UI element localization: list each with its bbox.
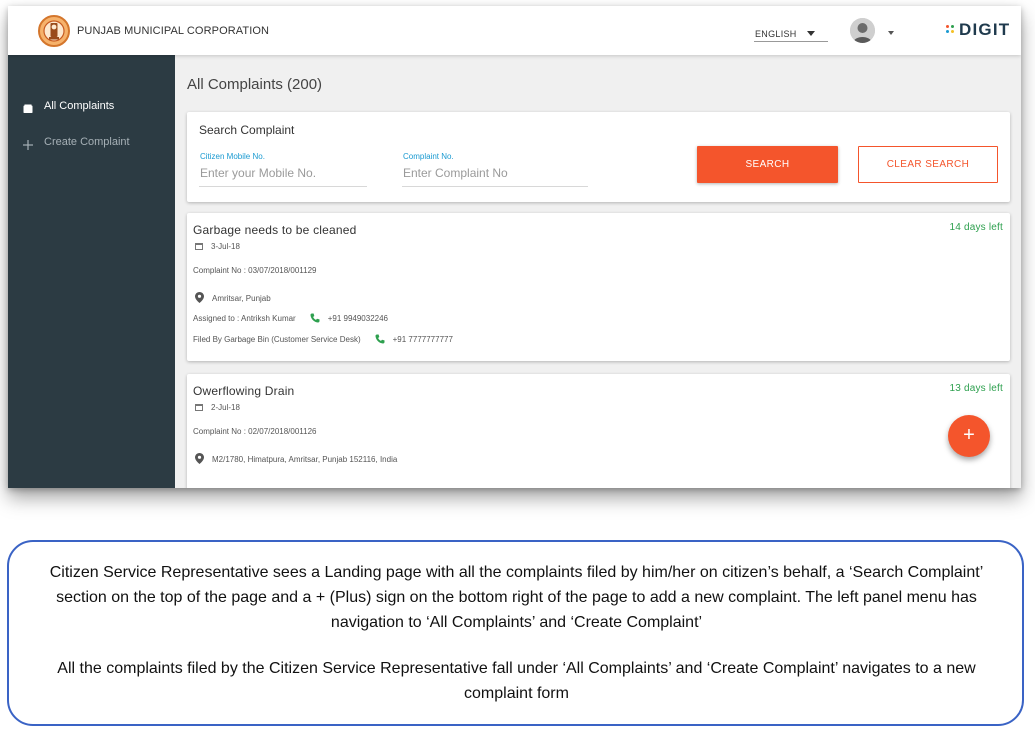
- organization-name: PUNJAB MUNICIPAL CORPORATION: [77, 25, 270, 37]
- page: PUNJAB MUNICIPAL CORPORATION ENGLISH DIG…: [0, 0, 1035, 735]
- complaint-date-row: 3-Jul-18: [193, 242, 240, 251]
- complaint-location-row: Amritsar, Punjab: [193, 292, 271, 303]
- complaint-number: Complaint No : 03/07/2018/001129: [193, 266, 317, 275]
- language-selector[interactable]: ENGLISH: [754, 27, 828, 42]
- complaint-number-input[interactable]: [402, 164, 588, 182]
- chevron-down-icon: [807, 31, 815, 36]
- avatar-menu-chevron-icon[interactable]: [888, 31, 894, 35]
- filed-by-row: Filed By Garbage Bin (Customer Service D…: [193, 334, 453, 344]
- sidebar-item-all-complaints[interactable]: All Complaints: [8, 95, 175, 119]
- language-label: ENGLISH: [755, 29, 797, 39]
- days-left-badge: 13 days left: [949, 383, 1003, 394]
- phone-icon[interactable]: [310, 313, 320, 323]
- complaint-title: Garbage needs to be cleaned: [193, 223, 357, 237]
- top-bar: PUNJAB MUNICIPAL CORPORATION ENGLISH DIG…: [8, 6, 1021, 55]
- sidebar: All Complaints Create Complaint: [8, 55, 175, 488]
- complaint-date: 2-Jul-18: [211, 403, 240, 412]
- complaint-number-field: Complaint No.: [402, 150, 588, 187]
- inbox-icon: [23, 101, 33, 113]
- search-complaint-card: Search Complaint Citizen Mobile No. Comp…: [187, 112, 1010, 202]
- mobile-number-input[interactable]: [199, 164, 367, 182]
- assigned-to-row: Assigned to : Antriksh Kumar +91 99490322…: [193, 313, 388, 323]
- days-left-badge: 14 days left: [949, 222, 1003, 233]
- calendar-icon: [195, 404, 203, 411]
- location-pin-icon: [195, 453, 204, 464]
- complaint-location-row: M2/1780, Himatpura, Amritsar, Punjab 152…: [193, 453, 397, 464]
- description-paragraph-2: All the complaints filed by the Citizen …: [57, 660, 976, 702]
- filed-by: Filed By Garbage Bin (Customer Service D…: [193, 335, 361, 344]
- assigned-to: Assigned to : Antriksh Kumar: [193, 314, 296, 323]
- brand-name: DIGIT: [959, 20, 1011, 39]
- description-box: Citizen Service Representative sees a La…: [7, 540, 1024, 726]
- search-button[interactable]: SEARCH: [697, 146, 838, 183]
- mobile-number-label: Citizen Mobile No.: [200, 152, 265, 161]
- complaint-card[interactable]: Garbage needs to be cleaned 14 days left…: [187, 213, 1010, 361]
- add-complaint-button[interactable]: +: [948, 415, 990, 457]
- digit-dots-icon: [946, 25, 956, 35]
- plus-icon: +: [963, 424, 975, 446]
- sidebar-item-label: Create Complaint: [44, 136, 130, 148]
- complaint-number-label: Complaint No.: [403, 152, 454, 161]
- search-card-title: Search Complaint: [199, 123, 295, 137]
- corporation-emblem-icon: [38, 14, 70, 48]
- filed-by-phone[interactable]: +91 7777777777: [393, 335, 453, 344]
- calendar-icon: [195, 243, 203, 250]
- complaint-number: Complaint No : 02/07/2018/001126: [193, 427, 317, 436]
- complaint-card[interactable]: Owerflowing Drain 13 days left 2-Jul-18 …: [187, 374, 1010, 488]
- complaint-location: Amritsar, Punjab: [212, 294, 271, 303]
- mobile-number-field: Citizen Mobile No.: [199, 150, 367, 187]
- complaint-location: M2/1780, Himatpura, Amritsar, Punjab 152…: [212, 455, 398, 464]
- plus-icon: [23, 137, 33, 150]
- phone-icon[interactable]: [375, 334, 385, 344]
- description-paragraph-1: Citizen Service Representative sees a La…: [49, 564, 984, 631]
- complaint-title: Owerflowing Drain: [193, 384, 295, 398]
- avatar[interactable]: [850, 18, 875, 43]
- assigned-phone[interactable]: +91 9949032246: [328, 314, 388, 323]
- complaint-date-row: 2-Jul-18: [193, 403, 240, 412]
- sidebar-item-label: All Complaints: [44, 100, 115, 112]
- sidebar-item-create-complaint[interactable]: Create Complaint: [8, 131, 175, 155]
- page-title: All Complaints (200): [187, 76, 323, 93]
- complaint-date: 3-Jul-18: [211, 242, 240, 251]
- location-pin-icon: [195, 292, 204, 303]
- clear-search-button[interactable]: CLEAR SEARCH: [858, 146, 998, 183]
- app-screenshot: PUNJAB MUNICIPAL CORPORATION ENGLISH DIG…: [8, 6, 1021, 488]
